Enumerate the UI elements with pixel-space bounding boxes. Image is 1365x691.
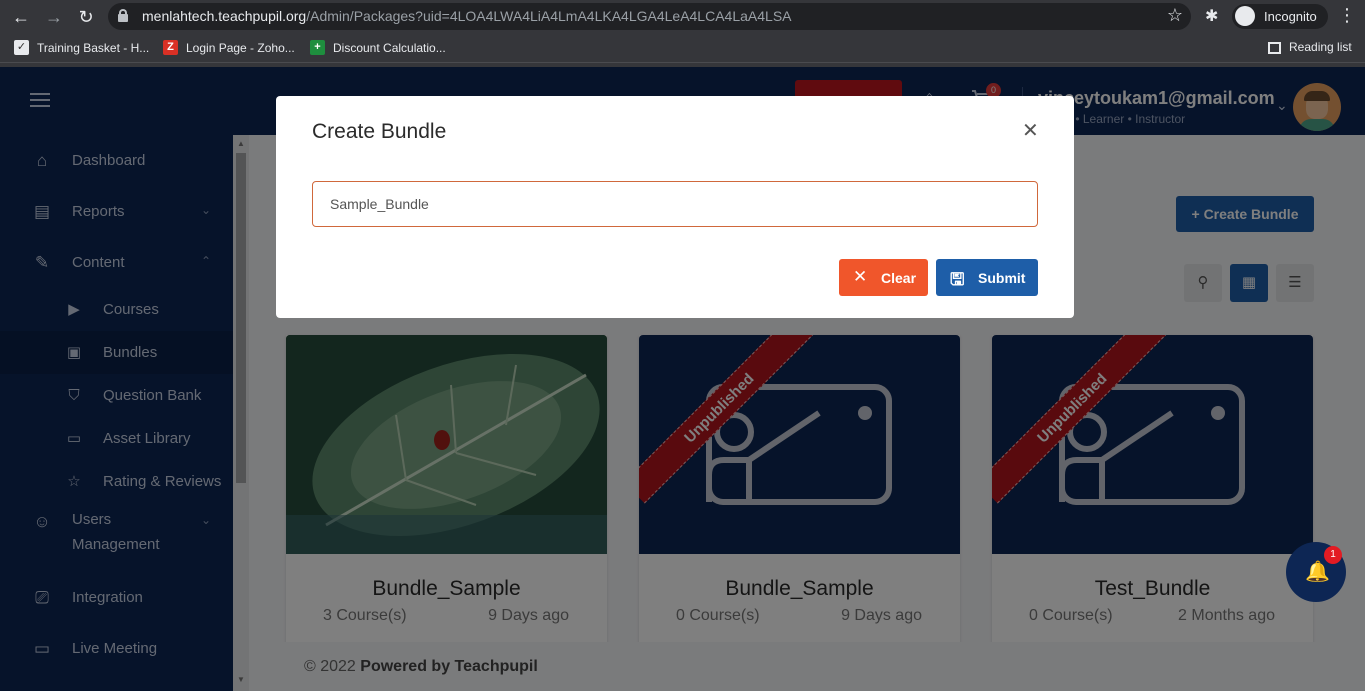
- reading-list-icon: [1268, 41, 1281, 54]
- bundle-name-input[interactable]: [312, 181, 1038, 227]
- create-bundle-modal: Create Bundle ✕ ✕ Clear 🖫 Submit: [276, 96, 1074, 318]
- reading-list[interactable]: Reading list: [1268, 40, 1352, 54]
- incognito-icon: [1235, 6, 1255, 26]
- calculator-icon: +: [310, 40, 325, 56]
- bookmark-item[interactable]: Z Login Page - Zoho...: [163, 40, 295, 58]
- profile-label: Incognito: [1264, 9, 1317, 24]
- extensions-icon[interactable]: ✱: [1205, 6, 1218, 26]
- bookmark-star-icon[interactable]: ☆: [1167, 5, 1183, 26]
- clear-button[interactable]: ✕ Clear: [839, 259, 928, 296]
- address-bar[interactable]: menlahtech.teachpupil.org/Admin/Packages…: [108, 3, 1191, 30]
- browser-menu-icon[interactable]: ⋮: [1338, 5, 1356, 26]
- browser-toolbar: ← → ↻ menlahtech.teachpupil.org/Admin/Pa…: [0, 0, 1365, 33]
- notification-button[interactable]: 🔔 1: [1286, 542, 1346, 602]
- bell-icon: 🔔: [1305, 561, 1330, 583]
- close-icon[interactable]: ✕: [1022, 118, 1039, 143]
- bookmark-item[interactable]: + Discount Calculatio...: [310, 40, 446, 58]
- back-icon[interactable]: ←: [9, 5, 33, 29]
- reload-icon[interactable]: ↻: [74, 5, 98, 29]
- bookmark-item[interactable]: ✓ Training Basket - H...: [14, 40, 149, 58]
- zoho-icon: Z: [163, 40, 178, 56]
- close-icon: ✕: [853, 267, 868, 286]
- checklist-icon: ✓: [14, 40, 29, 56]
- save-icon: 🖫: [950, 270, 965, 289]
- submit-button[interactable]: 🖫 Submit: [936, 259, 1038, 296]
- profile-chip[interactable]: Incognito: [1232, 4, 1328, 29]
- notification-badge: 1: [1324, 546, 1342, 564]
- bookmarks-bar: ✓ Training Basket - H... Z Login Page - Zo…: [0, 33, 1365, 63]
- lock-icon: [118, 9, 128, 22]
- modal-title: Create Bundle: [312, 120, 447, 143]
- url-text: menlahtech.teachpupil.org/Admin/Packages…: [142, 8, 792, 24]
- forward-icon[interactable]: →: [42, 5, 66, 29]
